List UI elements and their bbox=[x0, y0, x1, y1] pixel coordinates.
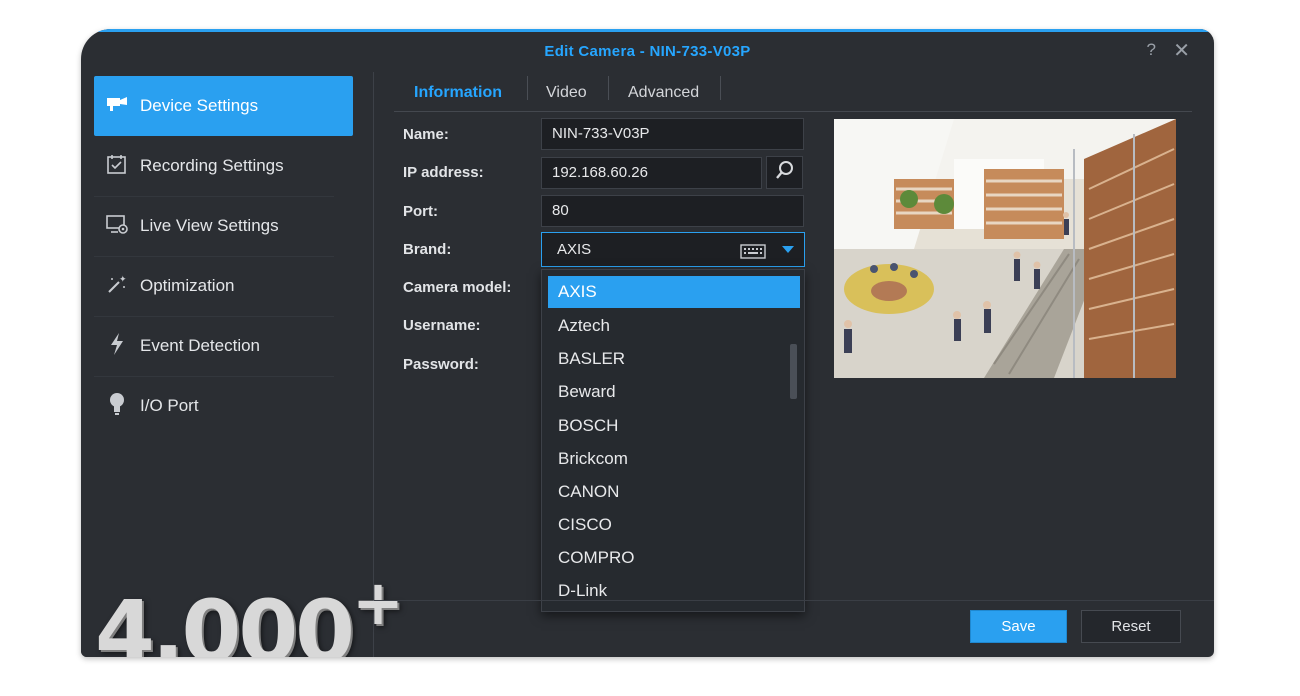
camera-preview-image bbox=[834, 119, 1176, 378]
promo-number-suffix: + bbox=[352, 566, 404, 639]
window-title: Edit Camera - NIN-733-V03P bbox=[544, 43, 751, 60]
tab-video[interactable]: Video bbox=[528, 79, 605, 107]
sidebar: Device Settings Recording Settings Live … bbox=[81, 72, 374, 657]
keyboard-icon[interactable] bbox=[740, 244, 766, 263]
username-label: Username: bbox=[403, 317, 481, 334]
port-label: Port: bbox=[403, 203, 438, 220]
brand-dropdown-list: AXIS Aztech BASLER Beward BOSCH Brickcom… bbox=[541, 269, 805, 612]
svg-text:✦: ✦ bbox=[119, 275, 127, 285]
name-label: Name: bbox=[403, 126, 449, 143]
brand-option-bosch[interactable]: BOSCH bbox=[548, 410, 800, 442]
camera-model-label: Camera model: bbox=[403, 279, 512, 296]
brand-option-canon[interactable]: CANON bbox=[548, 476, 800, 508]
name-field[interactable]: NIN-733-V03P bbox=[541, 118, 804, 150]
sidebar-item-io-port[interactable]: I/O Port bbox=[94, 376, 353, 436]
save-button[interactable]: Save bbox=[970, 610, 1067, 643]
tab-advanced[interactable]: Advanced bbox=[610, 79, 717, 107]
brand-select[interactable]: AXIS bbox=[541, 232, 805, 267]
brand-option-axis[interactable]: AXIS bbox=[548, 276, 800, 308]
camera-preview-scene bbox=[834, 119, 1176, 378]
promo-number-value: 4,000 bbox=[95, 582, 355, 657]
ip-address-label: IP address: bbox=[403, 164, 484, 181]
tab-information[interactable]: Information bbox=[396, 79, 520, 107]
sidebar-item-optimization[interactable]: ✦ Optimization bbox=[94, 256, 353, 316]
help-button[interactable]: ? bbox=[1147, 40, 1156, 60]
footer-divider bbox=[374, 600, 1214, 601]
search-icon bbox=[775, 160, 795, 185]
sidebar-item-label: Device Settings bbox=[140, 96, 259, 115]
promo-number: 4,000+ bbox=[95, 566, 404, 657]
tab-bar: Information Video Advanced bbox=[394, 72, 1192, 112]
camera-icon bbox=[94, 95, 140, 118]
chevron-down-icon[interactable] bbox=[782, 246, 794, 253]
close-button[interactable]: ✕ bbox=[1173, 38, 1190, 63]
brand-option-brickcom[interactable]: Brickcom bbox=[548, 443, 800, 475]
brand-option-basler[interactable]: BASLER bbox=[548, 343, 800, 375]
port-field[interactable]: 80 bbox=[541, 195, 804, 227]
sidebar-item-live-view-settings[interactable]: Live View Settings bbox=[94, 196, 353, 256]
monitor-icon bbox=[94, 213, 140, 240]
brand-option-aztech[interactable]: Aztech bbox=[548, 310, 800, 342]
magic-wand-icon: ✦ bbox=[94, 273, 140, 300]
brand-option-cisco[interactable]: CISCO bbox=[548, 509, 800, 541]
lightning-icon bbox=[94, 332, 140, 361]
brand-option-beward[interactable]: Beward bbox=[548, 376, 800, 408]
dropdown-scrollbar[interactable] bbox=[790, 344, 797, 399]
brand-option-compro[interactable]: COMPRO bbox=[548, 542, 800, 574]
password-label: Password: bbox=[403, 356, 479, 373]
sidebar-item-device-settings[interactable]: Device Settings bbox=[94, 76, 353, 136]
sidebar-item-label: Recording Settings bbox=[140, 156, 284, 175]
reset-button[interactable]: Reset bbox=[1081, 610, 1181, 643]
brand-label: Brand: bbox=[403, 241, 452, 258]
sidebar-item-label: Optimization bbox=[140, 276, 235, 295]
sidebar-item-label: I/O Port bbox=[140, 396, 199, 415]
lightbulb-icon bbox=[94, 391, 140, 422]
tab-divider bbox=[608, 76, 609, 100]
sidebar-item-label: Event Detection bbox=[140, 336, 261, 355]
sidebar-item-recording-settings[interactable]: Recording Settings bbox=[94, 136, 353, 196]
tab-divider bbox=[720, 76, 721, 100]
ip-address-field[interactable]: 192.168.60.26 bbox=[541, 157, 762, 189]
title-bar: Edit Camera - NIN-733-V03P ? ✕ bbox=[81, 32, 1214, 72]
sidebar-item-label: Live View Settings bbox=[140, 216, 279, 235]
sidebar-item-event-detection[interactable]: Event Detection bbox=[94, 316, 353, 376]
brand-select-value: AXIS bbox=[557, 241, 592, 258]
brand-option-d-link[interactable]: D-Link bbox=[548, 575, 800, 607]
ip-search-button[interactable] bbox=[766, 156, 803, 189]
edit-camera-window: Edit Camera - NIN-733-V03P ? ✕ Device Se… bbox=[81, 29, 1214, 657]
calendar-icon bbox=[94, 153, 140, 180]
